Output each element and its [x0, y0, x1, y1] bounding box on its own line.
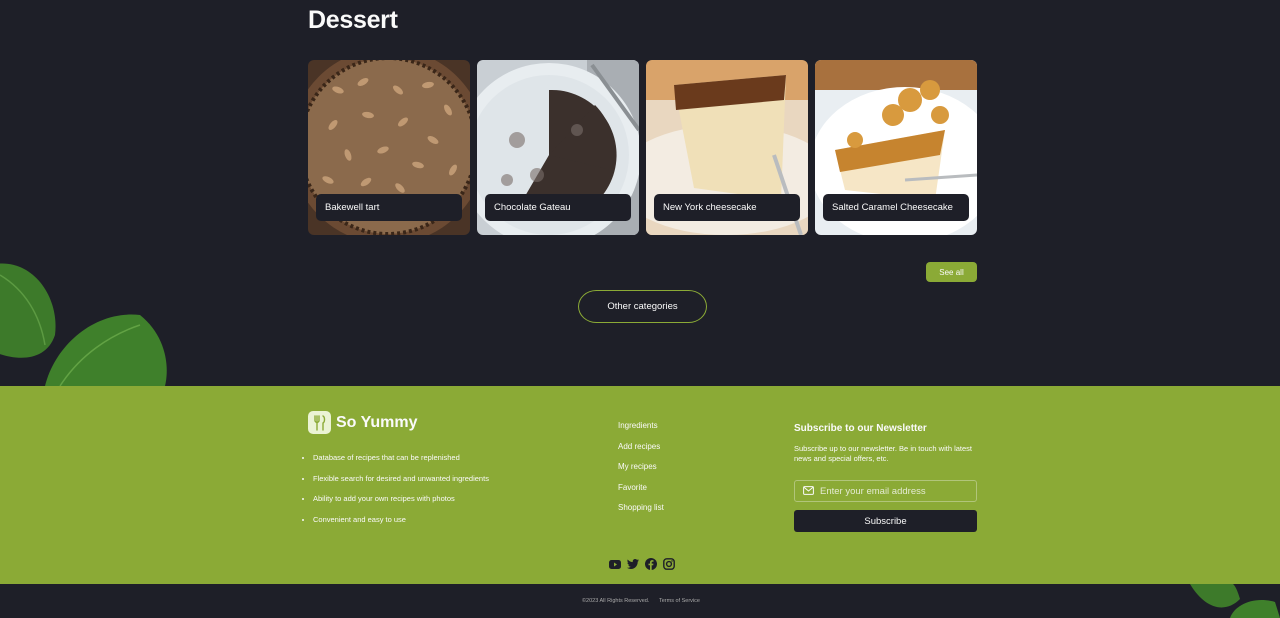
social-links: [609, 558, 675, 570]
page-title: Dessert: [308, 6, 398, 34]
leaf-decoration: [0, 263, 167, 386]
leaf-decoration: [1190, 584, 1280, 618]
recipe-card-chocolate-gateau[interactable]: Chocolate Gateau: [477, 60, 639, 235]
list-item: Flexible search for desired and unwanted…: [313, 474, 489, 495]
newsletter-title: Subscribe to our Newsletter: [794, 423, 927, 434]
facebook-icon[interactable]: [645, 558, 657, 570]
recipe-card-title: Bakewell tart: [316, 194, 462, 221]
recipe-card-new-york-cheesecake[interactable]: New York cheesecake: [646, 60, 808, 235]
youtube-icon[interactable]: [609, 558, 621, 570]
list-item: Ability to add your own recipes with pho…: [313, 494, 489, 515]
feature-list: Database of recipes that can be replenis…: [313, 453, 489, 535]
nav-link-add-recipes[interactable]: Add recipes: [618, 442, 664, 463]
recipes-section: Dessert Bakewell tart Chocolate Gateau N…: [0, 0, 1280, 386]
footer-nav: Ingredients Add recipes My recipes Favor…: [618, 421, 664, 524]
nav-link-ingredients[interactable]: Ingredients: [618, 421, 664, 442]
recipe-card-salted-caramel-cheesecake[interactable]: Salted Caramel Cheesecake: [815, 60, 977, 235]
twitter-icon[interactable]: [627, 558, 639, 570]
cutlery-icon: [308, 411, 331, 434]
logo-text: So Yummy: [336, 413, 418, 431]
recipe-card-bakewell-tart[interactable]: Bakewell tart: [308, 60, 470, 235]
terms-link[interactable]: Terms of Service: [659, 598, 700, 604]
instagram-icon[interactable]: [663, 558, 675, 570]
list-item: Database of recipes that can be replenis…: [313, 453, 489, 474]
footer: So Yummy Database of recipes that can be…: [0, 386, 1280, 584]
subscribe-button[interactable]: Subscribe: [794, 510, 977, 532]
mail-icon: [803, 482, 814, 500]
list-item: Convenient and easy to use: [313, 515, 489, 536]
recipe-card-title: New York cheesecake: [654, 194, 800, 221]
see-all-button[interactable]: See all: [926, 262, 977, 282]
recipe-card-title: Chocolate Gateau: [485, 194, 631, 221]
nav-link-favorite[interactable]: Favorite: [618, 483, 664, 504]
recipe-card-title: Salted Caramel Cheesecake: [823, 194, 969, 221]
email-field[interactable]: [794, 480, 977, 502]
nav-link-shopping-list[interactable]: Shopping list: [618, 503, 664, 524]
email-input[interactable]: [820, 485, 970, 497]
newsletter-description: Subscribe up to our newsletter. Be in to…: [794, 444, 973, 463]
bottom-bar: ©2023 All Rights Reserved. Terms of Serv…: [0, 584, 1280, 618]
recipe-cards: Bakewell tart Chocolate Gateau New York …: [308, 60, 978, 236]
logo[interactable]: So Yummy: [308, 411, 418, 434]
other-categories-button[interactable]: Other categories: [578, 290, 707, 323]
copyright-text: ©2023 All Rights Reserved.: [582, 598, 650, 604]
nav-link-my-recipes[interactable]: My recipes: [618, 462, 664, 483]
